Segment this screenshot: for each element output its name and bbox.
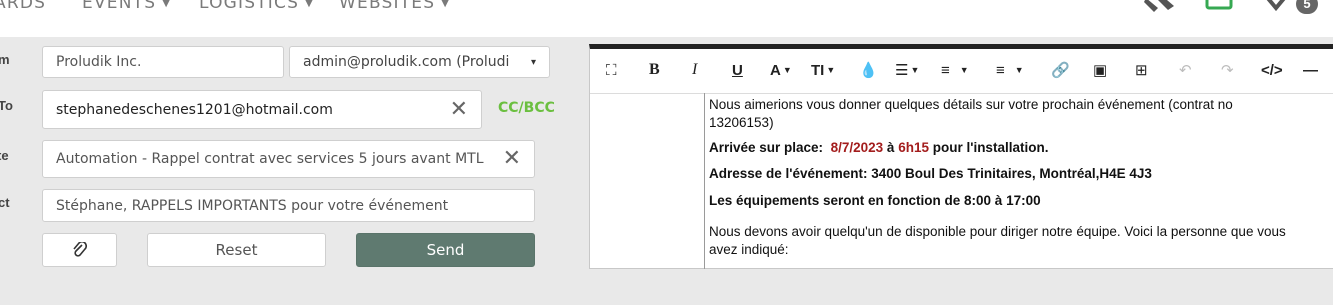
- unordered-list-icon[interactable]: ≡ ▼: [996, 60, 1024, 80]
- body-paragraph: Nous aimerions vous donner quelques déta…: [709, 97, 1233, 112]
- link-icon[interactable]: 🔗: [1051, 60, 1070, 80]
- sender-select[interactable]: admin@proludik.com (Proludi ▾: [289, 46, 550, 78]
- send-button[interactable]: Send: [356, 233, 535, 267]
- image-icon[interactable]: ▣: [1093, 60, 1107, 80]
- redo-icon[interactable]: ↷: [1221, 60, 1234, 80]
- body-paragraph: Nous devons avoir quelqu'un de disponibl…: [709, 224, 1286, 239]
- to-label: To: [0, 98, 13, 113]
- cc-bcc-link[interactable]: CC/BCC: [498, 100, 555, 116]
- subject-label: ct: [0, 195, 10, 210]
- arrival-line: Arrivée sur place: 8/7/2023 à 6h15 pour …: [709, 140, 1049, 155]
- ordered-list-icon[interactable]: ≡ ▼: [941, 60, 969, 80]
- font-color-icon[interactable]: A ▼: [770, 60, 792, 80]
- nav-item-dashboards[interactable]: ARDS: [0, 0, 46, 13]
- template-select[interactable]: Automation - Rappel contrat avec service…: [42, 140, 535, 178]
- template-label: te: [0, 148, 9, 163]
- italic-icon[interactable]: I: [692, 60, 697, 80]
- nav-item-websites[interactable]: WEBSITES ▼: [339, 0, 450, 13]
- reset-button[interactable]: Reset: [147, 233, 326, 267]
- tools-icon[interactable]: [1144, 0, 1178, 14]
- body-paragraph: 13206153): [709, 115, 774, 130]
- nav-item-events[interactable]: EVENTS ▼: [82, 0, 171, 13]
- equipment-line: Les équipements seront en fonction de 8:…: [709, 193, 1041, 208]
- arrival-date: 8/7/2023: [830, 140, 884, 155]
- editor-body[interactable]: Nous aimerions vous donner quelques déta…: [704, 93, 1333, 269]
- table-icon[interactable]: ⊞: [1135, 60, 1148, 80]
- horizontal-rule-icon[interactable]: —: [1303, 60, 1318, 80]
- heart-icon[interactable]: [1264, 0, 1288, 12]
- bold-icon[interactable]: B: [649, 60, 660, 80]
- body-paragraph: avez indiqué:: [709, 242, 789, 257]
- email-editor: ⛶ B I U A ▼ TI ▼ 💧 ☰ ▼ ≡ ▼ ≡ ▼ 🔗 ▣ ⊞ ↶ ↷ </> …: [589, 44, 1333, 269]
- underline-icon[interactable]: U: [732, 60, 743, 80]
- subject-field[interactable]: Stéphane, RAPPELS IMPORTANTS pour votre …: [42, 189, 535, 222]
- to-field[interactable]: stephanedeschenes1201@hotmail.com ✕: [42, 90, 482, 129]
- from-label: m: [0, 52, 10, 67]
- font-size-icon[interactable]: TI ▼: [811, 60, 835, 80]
- chevron-down-icon: ▾: [530, 56, 536, 68]
- fullscreen-icon[interactable]: ⛶: [606, 60, 617, 80]
- top-nav: ARDS EVENTS▼ LOGISTICS▼ WEBSITES▼ 5: [0, 0, 1333, 37]
- nav-item-logistics[interactable]: LOGISTICS ▼: [199, 0, 314, 13]
- paperclip-icon: [72, 242, 87, 257]
- address-line: Adresse de l'événement: 3400 Boul Des Tr…: [709, 166, 1152, 181]
- highlight-icon[interactable]: 💧: [859, 60, 878, 80]
- from-name-field[interactable]: Proludik Inc.: [42, 46, 284, 78]
- undo-icon[interactable]: ↶: [1179, 60, 1192, 80]
- chevron-down-icon: ▼: [305, 0, 314, 9]
- align-icon[interactable]: ☰ ▼: [895, 60, 919, 80]
- notification-badge: 5: [1296, 0, 1318, 14]
- arrival-time: 6h15: [898, 140, 929, 155]
- clear-icon[interactable]: ✕: [450, 98, 468, 121]
- code-view-icon[interactable]: </>: [1261, 60, 1283, 80]
- chevron-down-icon: ▼: [162, 0, 172, 9]
- clear-icon[interactable]: ✕: [503, 148, 521, 170]
- inbox-icon[interactable]: [1205, 0, 1235, 12]
- editor-toolbar: ⛶ B I U A ▼ TI ▼ 💧 ☰ ▼ ≡ ▼ ≡ ▼ 🔗 ▣ ⊞ ↶ ↷ </> …: [590, 49, 1333, 94]
- attach-button[interactable]: [42, 233, 117, 267]
- chevron-down-icon: ▼: [441, 0, 451, 9]
